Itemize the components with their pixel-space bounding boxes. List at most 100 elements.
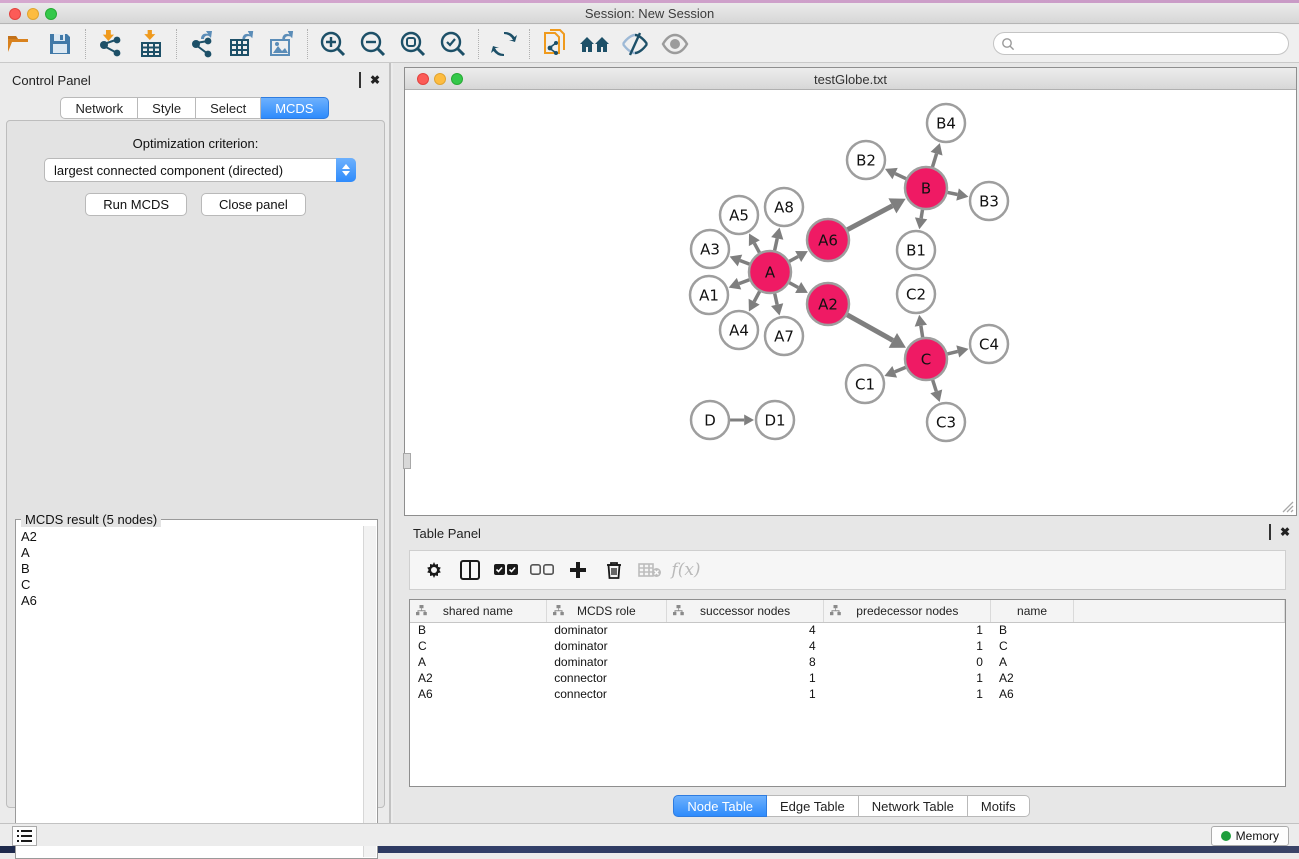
edge-B-B1[interactable] bbox=[921, 210, 922, 219]
resize-grip-icon[interactable] bbox=[1281, 500, 1294, 513]
dropdown-stepper-icon[interactable] bbox=[336, 158, 356, 182]
table-row[interactable]: Cdominator41C bbox=[410, 638, 1285, 654]
edge-C-C2[interactable] bbox=[921, 326, 923, 338]
edge-A-A4[interactable] bbox=[754, 291, 759, 301]
table-cell[interactable]: C bbox=[410, 638, 546, 654]
edge-C-C3[interactable] bbox=[933, 380, 937, 391]
table-cell[interactable]: 1 bbox=[824, 686, 991, 702]
column-header-name[interactable]: name bbox=[991, 600, 1073, 622]
tab-select[interactable]: Select bbox=[196, 97, 261, 119]
memory-button[interactable]: Memory bbox=[1211, 826, 1289, 846]
refresh-icon[interactable] bbox=[487, 28, 521, 60]
select-all-icon[interactable] bbox=[490, 555, 522, 585]
table-cell[interactable]: dominator bbox=[546, 654, 666, 670]
edge-B-B4[interactable] bbox=[932, 154, 936, 167]
edge-A-A7[interactable] bbox=[775, 293, 777, 304]
mcds-result-list[interactable]: A2ABCA6 bbox=[17, 526, 363, 857]
search-box[interactable] bbox=[993, 32, 1289, 55]
delete-table-icon[interactable] bbox=[634, 555, 666, 585]
task-history-button[interactable] bbox=[12, 826, 37, 846]
tab-mcds[interactable]: MCDS bbox=[261, 97, 328, 119]
table-row[interactable]: Bdominator41B bbox=[410, 622, 1285, 638]
table-cell[interactable]: 4 bbox=[666, 638, 823, 654]
export-table-icon[interactable] bbox=[225, 28, 259, 60]
column-layout-icon[interactable] bbox=[454, 555, 486, 585]
result-item[interactable]: B bbox=[21, 561, 359, 577]
hide-selected-icon[interactable] bbox=[618, 28, 652, 60]
deselect-all-icon[interactable] bbox=[526, 555, 558, 585]
table-cell[interactable]: A bbox=[991, 654, 1073, 670]
table-cell[interactable] bbox=[1073, 622, 1284, 638]
table-cell[interactable]: 1 bbox=[824, 622, 991, 638]
export-network-icon[interactable] bbox=[185, 28, 219, 60]
table-cell[interactable]: 0 bbox=[824, 654, 991, 670]
table-row[interactable]: Adominator80A bbox=[410, 654, 1285, 670]
clone-network-icon[interactable] bbox=[538, 28, 572, 60]
column-header-MCDS-role[interactable]: MCDS role bbox=[546, 600, 666, 622]
table-cell[interactable]: A bbox=[410, 654, 546, 670]
edge-C-C1[interactable] bbox=[895, 367, 906, 371]
edge-A-A6[interactable] bbox=[789, 256, 798, 261]
close-panel-button[interactable]: Close panel bbox=[201, 193, 306, 216]
result-item[interactable]: A6 bbox=[21, 593, 359, 609]
edge-A-A5[interactable] bbox=[754, 243, 759, 252]
tab-node-table[interactable]: Node Table bbox=[673, 795, 767, 817]
table-cell[interactable]: B bbox=[410, 622, 546, 638]
table-float-panel-icon[interactable] bbox=[1269, 526, 1271, 538]
edge-B-B2[interactable] bbox=[895, 174, 906, 179]
tab-style[interactable]: Style bbox=[138, 97, 196, 119]
edge-A2-C[interactable] bbox=[847, 315, 893, 341]
table-close-panel-icon[interactable]: ✖ bbox=[1280, 526, 1290, 538]
add-column-icon[interactable] bbox=[562, 555, 594, 585]
edge-A-A1[interactable] bbox=[739, 280, 749, 284]
tab-network[interactable]: Network bbox=[60, 97, 138, 119]
delete-column-icon[interactable] bbox=[598, 555, 630, 585]
table-row[interactable]: A2connector11A2 bbox=[410, 670, 1285, 686]
table-cell[interactable]: 8 bbox=[666, 654, 823, 670]
network-view-window[interactable]: testGlobe.txt B4B2BB3A5A8A6A3B1AA1C2A2A4… bbox=[404, 67, 1297, 516]
edge-A-A2[interactable] bbox=[789, 283, 798, 288]
table-cell[interactable] bbox=[1073, 638, 1284, 654]
edge-A-A8[interactable] bbox=[775, 238, 778, 250]
import-network-icon[interactable] bbox=[94, 28, 128, 60]
tab-motifs[interactable]: Motifs bbox=[968, 795, 1030, 817]
result-item[interactable]: C bbox=[21, 577, 359, 593]
column-header-shared-name[interactable]: shared name bbox=[410, 600, 546, 622]
table-cell[interactable]: A2 bbox=[991, 670, 1073, 686]
settings-gear-icon[interactable] bbox=[418, 555, 450, 585]
table-cell[interactable]: dominator bbox=[546, 638, 666, 654]
float-panel-icon[interactable] bbox=[359, 74, 361, 86]
table-cell[interactable]: 4 bbox=[666, 622, 823, 638]
save-session-icon[interactable] bbox=[43, 28, 77, 60]
network-canvas[interactable]: B4B2BB3A5A8A6A3B1AA1C2A2A4A7CC4C1C3DD1 bbox=[405, 90, 1296, 515]
canvas-edge-handle[interactable] bbox=[403, 453, 411, 469]
table-cell[interactable]: B bbox=[991, 622, 1073, 638]
open-file-icon[interactable] bbox=[3, 28, 37, 60]
zoom-fit-icon[interactable] bbox=[396, 28, 430, 60]
result-item[interactable]: A bbox=[21, 545, 359, 561]
show-all-icon[interactable] bbox=[658, 28, 692, 60]
tab-edge-table[interactable]: Edge Table bbox=[767, 795, 859, 817]
node-table[interactable]: shared nameMCDS rolesuccessor nodesprede… bbox=[409, 599, 1286, 787]
table-cell[interactable]: 1 bbox=[824, 670, 991, 686]
column-header-predecessor-nodes[interactable]: predecessor nodes bbox=[824, 600, 991, 622]
zoom-in-icon[interactable] bbox=[316, 28, 350, 60]
table-cell[interactable]: 1 bbox=[666, 670, 823, 686]
table-cell[interactable]: connector bbox=[546, 670, 666, 686]
export-image-icon[interactable] bbox=[265, 28, 299, 60]
table-cell[interactable]: A2 bbox=[410, 670, 546, 686]
table-cell[interactable] bbox=[1073, 654, 1284, 670]
result-item[interactable]: A2 bbox=[21, 529, 359, 545]
table-cell[interactable]: C bbox=[991, 638, 1073, 654]
tab-network-table[interactable]: Network Table bbox=[859, 795, 968, 817]
edge-B-B3[interactable] bbox=[948, 192, 958, 194]
edge-A6-B[interactable] bbox=[847, 206, 892, 230]
table-cell[interactable]: dominator bbox=[546, 622, 666, 638]
table-cell[interactable]: A6 bbox=[991, 686, 1073, 702]
import-table-icon[interactable] bbox=[134, 28, 168, 60]
table-row[interactable]: A6connector11A6 bbox=[410, 686, 1285, 702]
network-graph[interactable]: B4B2BB3A5A8A6A3B1AA1C2A2A4A7CC4C1C3DD1 bbox=[405, 90, 1296, 515]
table-cell[interactable]: 1 bbox=[666, 686, 823, 702]
table-cell[interactable] bbox=[1073, 670, 1284, 686]
function-builder-icon[interactable]: f(x) bbox=[670, 555, 702, 585]
